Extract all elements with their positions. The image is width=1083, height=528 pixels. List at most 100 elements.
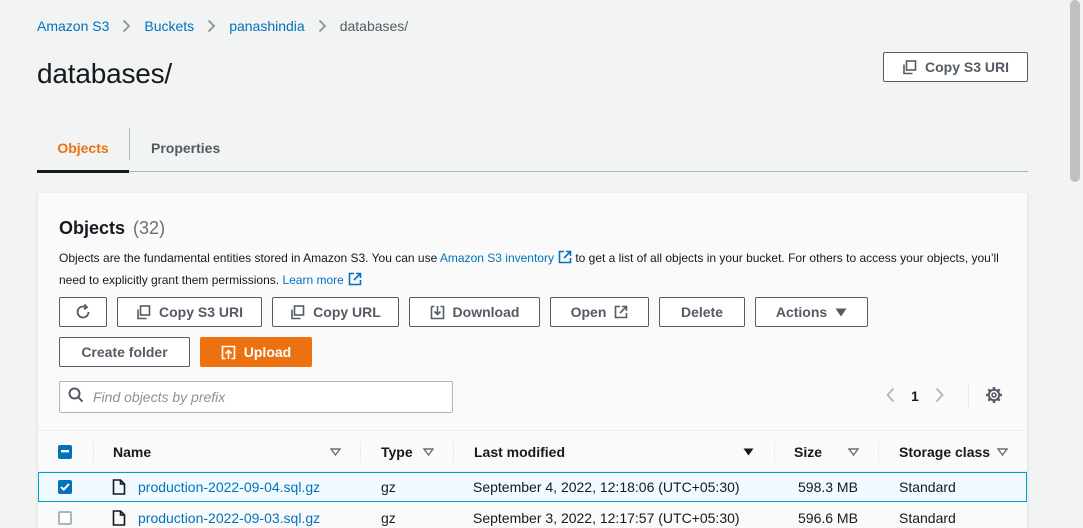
object-size-cell: 598.3 MB [798, 479, 858, 495]
object-type-cell: gz [381, 510, 396, 526]
breadcrumb-amazon-s3[interactable]: Amazon S3 [37, 18, 109, 34]
chevron-left-icon[interactable] [886, 387, 895, 406]
chevron-right-icon[interactable] [935, 387, 944, 406]
column-divider [360, 441, 361, 463]
column-header-storage-class[interactable]: Storage class [899, 431, 1014, 472]
actions-dropdown-button[interactable]: Actions [755, 297, 868, 327]
refresh-button[interactable] [59, 297, 107, 327]
row-select-cell [58, 503, 72, 528]
copy-s3-uri-label: Copy S3 URI [159, 304, 244, 320]
search-box [59, 381, 453, 413]
file-icon [112, 503, 126, 528]
object-name-link[interactable]: production-2022-09-04.sql.gz [138, 479, 320, 495]
copy-icon [902, 59, 917, 75]
inventory-link[interactable]: Amazon S3 inventory [439, 250, 572, 265]
object-actions-toolbar: Copy S3 URI Copy URL Download Open Delet… [59, 297, 868, 327]
column-header-name[interactable]: Name [113, 431, 348, 472]
minus-icon [61, 450, 69, 453]
sort-caret-icon [848, 447, 859, 456]
sort-caret-icon [330, 447, 341, 456]
object-name-link[interactable]: production-2022-09-03.sql.gz [138, 510, 320, 526]
row-checkbox[interactable] [58, 511, 72, 525]
column-size-label: Size [794, 443, 823, 460]
learn-more-label: Learn more [282, 273, 344, 287]
create-folder-button[interactable]: Create folder [59, 337, 190, 367]
objects-description: Objects are the fundamental entities sto… [59, 248, 1004, 292]
copy-s3-uri-header-label: Copy S3 URI [925, 59, 1010, 75]
objects-count: (32) [133, 218, 166, 238]
objects-table-header: Name Type Last modified Size Storage cla… [38, 430, 1027, 472]
object-type-cell: gz [381, 479, 396, 495]
table-row[interactable]: production-2022-09-03.sql.gz gz Septembe… [38, 503, 1027, 528]
external-link-icon [614, 305, 628, 319]
column-storage-class-label: Storage class [899, 443, 991, 460]
external-link-icon [348, 272, 362, 292]
delete-button[interactable]: Delete [659, 297, 745, 327]
download-button[interactable]: Download [409, 297, 540, 327]
inventory-link-label: Amazon S3 inventory [439, 251, 554, 265]
table-row[interactable]: production-2022-09-04.sql.gz gz Septembe… [38, 472, 1027, 502]
tab-bar: Objects Properties [37, 124, 1028, 173]
breadcrumb-buckets[interactable]: Buckets [144, 18, 194, 34]
object-storage-class-cell: Standard [899, 479, 956, 495]
chevron-right-icon [207, 19, 216, 33]
sort-caret-icon [423, 447, 434, 456]
open-label: Open [570, 304, 607, 320]
column-type-label: Type [381, 443, 413, 460]
object-last-modified-cell: September 3, 2022, 12:17:57 (UTC+05:30) [473, 510, 740, 526]
copy-url-label: Copy URL [313, 304, 381, 320]
column-header-last-modified[interactable]: Last modified [474, 431, 764, 472]
current-page-number[interactable]: 1 [911, 388, 919, 404]
breadcrumb-current-folder: databases/ [339, 18, 409, 34]
column-header-type[interactable]: Type [381, 431, 441, 472]
object-storage-class-cell: Standard [899, 510, 956, 526]
breadcrumb-bucket-panashindia[interactable]: panashindia [229, 18, 305, 34]
select-all-cell [58, 431, 72, 472]
copy-icon [136, 304, 151, 320]
objects-panel: Objects (32) Objects are the fundamental… [37, 192, 1028, 528]
row-select-cell [58, 473, 72, 501]
scrollbar-thumb[interactable] [1070, 0, 1080, 182]
copy-s3-uri-header-button[interactable]: Copy S3 URI [883, 52, 1028, 82]
object-size-cell: 596.6 MB [798, 510, 858, 526]
objects-panel-title: Objects (32) [59, 218, 165, 239]
object-last-modified-cell: September 4, 2022, 12:18:06 (UTC+05:30) [473, 479, 740, 495]
refresh-icon [74, 303, 92, 321]
page-scrollbar[interactable] [1068, 0, 1083, 528]
breadcrumb: Amazon S3 Buckets panashindia databases/ [37, 18, 408, 34]
column-header-size[interactable]: Size [794, 431, 864, 472]
column-divider [878, 441, 879, 463]
column-last-modified-label: Last modified [474, 443, 566, 460]
copy-icon [290, 304, 305, 320]
tab-objects[interactable]: Objects [37, 124, 129, 173]
gear-icon[interactable] [985, 386, 1003, 407]
chevron-right-icon [122, 19, 131, 33]
search-input[interactable] [93, 389, 433, 405]
upload-button[interactable]: Upload [200, 337, 312, 367]
external-link-icon [558, 250, 572, 270]
row-checkbox[interactable] [58, 480, 72, 494]
checkmark-icon [60, 483, 70, 491]
caret-down-icon [835, 308, 847, 317]
column-divider [774, 441, 775, 463]
open-button[interactable]: Open [550, 297, 649, 327]
pagination: 1 [886, 382, 1003, 410]
actions-label: Actions [775, 304, 828, 320]
select-all-checkbox[interactable] [58, 444, 72, 459]
copy-s3-uri-button[interactable]: Copy S3 URI [117, 297, 262, 327]
object-create-toolbar: Create folder Upload [59, 337, 312, 367]
sort-descending-icon [743, 448, 754, 456]
copy-url-button[interactable]: Copy URL [272, 297, 399, 327]
object-name-cell: production-2022-09-04.sql.gz [138, 473, 320, 501]
object-name-cell: production-2022-09-03.sql.gz [138, 503, 320, 528]
download-icon [430, 305, 445, 320]
pagination-divider [967, 382, 969, 410]
sort-caret-icon [997, 447, 1008, 456]
tab-properties[interactable]: Properties [130, 124, 241, 172]
objects-title-text: Objects [59, 218, 126, 238]
column-divider [453, 441, 454, 463]
column-divider [93, 441, 94, 463]
column-name-label: Name [113, 443, 152, 460]
file-icon [112, 473, 126, 501]
learn-more-link[interactable]: Learn more [282, 272, 362, 287]
